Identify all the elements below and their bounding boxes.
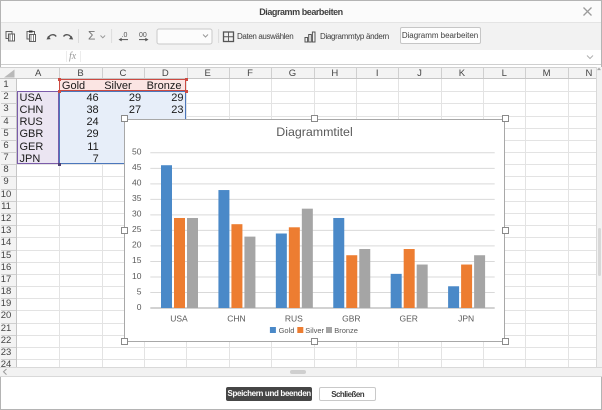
svg-text:15: 15	[132, 255, 142, 265]
svg-text:CHN: CHN	[227, 313, 245, 323]
svg-text:Diagrammtitel: Diagrammtitel	[276, 125, 352, 139]
svg-text:.0: .0	[122, 32, 128, 39]
svg-text:GER: GER	[399, 313, 417, 323]
svg-text:RUS: RUS	[285, 313, 303, 323]
svg-text:20: 20	[132, 239, 142, 249]
svg-text:40: 40	[132, 177, 142, 187]
svg-text:0: 0	[137, 301, 142, 311]
svg-text:Silver: Silver	[305, 325, 324, 334]
svg-text:5: 5	[137, 286, 142, 296]
svg-text:50: 50	[132, 146, 142, 156]
svg-text:Bronze: Bronze	[334, 325, 358, 334]
svg-text:25: 25	[132, 224, 142, 234]
svg-text:30: 30	[132, 208, 142, 218]
svg-text:Σ: Σ	[88, 29, 95, 43]
svg-text:JPN: JPN	[458, 313, 474, 323]
svg-text:45: 45	[132, 162, 142, 172]
svg-text:10: 10	[132, 270, 142, 280]
svg-text:USA: USA	[170, 313, 188, 323]
svg-text:GBR: GBR	[342, 313, 360, 323]
svg-text:35: 35	[132, 193, 142, 203]
svg-text:Gold: Gold	[279, 325, 295, 334]
